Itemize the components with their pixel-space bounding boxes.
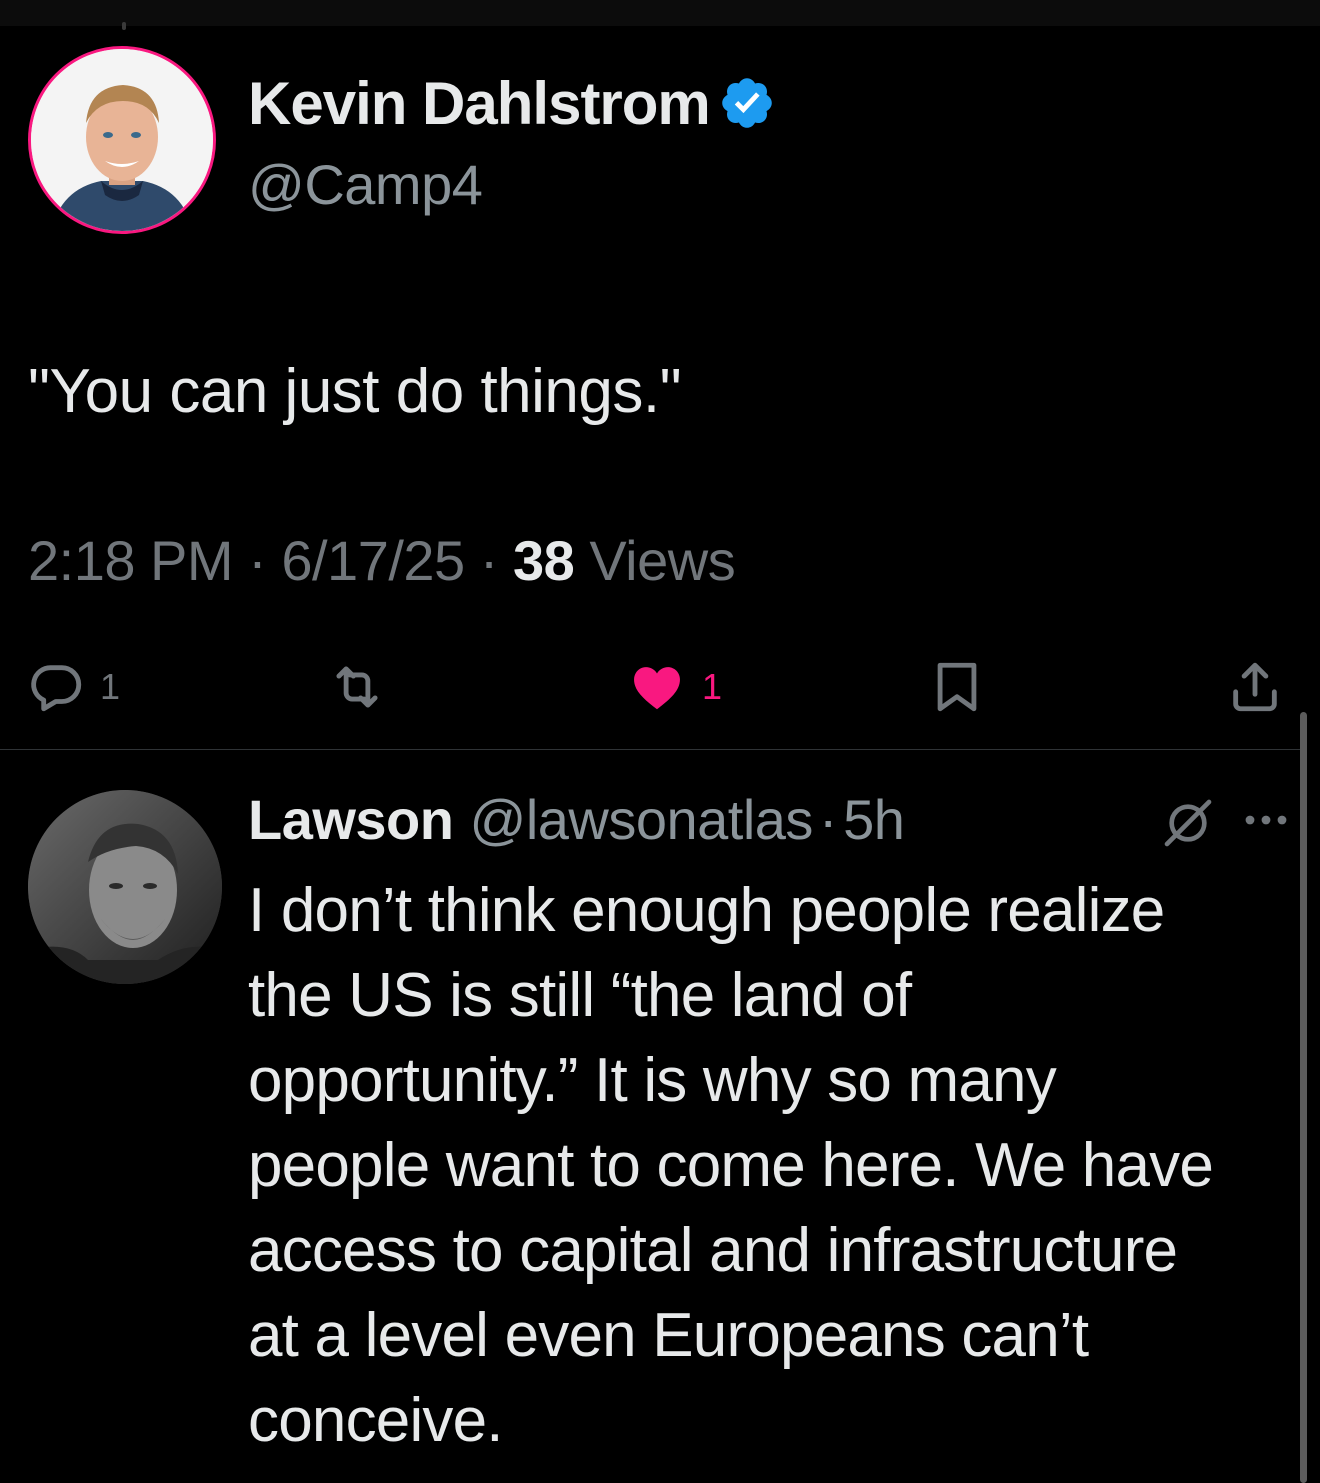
tweet-date[interactable]: 6/17/25	[281, 529, 465, 592]
thread-connector	[122, 22, 126, 30]
grok-icon[interactable]	[1160, 795, 1216, 851]
author-name-row: Kevin Dahlstrom	[248, 69, 776, 138]
bookmark-button[interactable]	[928, 652, 986, 722]
author-avatar[interactable]	[28, 46, 216, 234]
meta-separator: ·	[248, 529, 267, 592]
views-count[interactable]: 38	[513, 529, 575, 592]
author-handle[interactable]: @Camp4	[248, 152, 483, 217]
author-avatar-image	[31, 49, 213, 231]
verified-badge-icon[interactable]	[718, 74, 776, 132]
repost-icon	[336, 666, 378, 708]
bookmark-icon	[937, 662, 977, 712]
reply-avatar-image	[28, 790, 222, 984]
share-button[interactable]	[1226, 652, 1284, 722]
views-label[interactable]: Views	[589, 529, 735, 592]
reply-author-name[interactable]: Lawson	[248, 787, 454, 852]
scrollbar[interactable]	[1300, 712, 1307, 1483]
divider	[0, 749, 1300, 750]
more-icon[interactable]	[1238, 800, 1294, 840]
reply-timestamp[interactable]: 5h	[843, 787, 905, 852]
like-count: 1	[702, 666, 723, 707]
reply-author-handle[interactable]: @lawsonatlas	[469, 787, 813, 852]
reply-header: Lawson @lawsonatlas · 5h	[248, 786, 905, 852]
reply-count: 1	[100, 666, 121, 707]
reply-text: I don’t think enough people realize the …	[248, 876, 1214, 1455]
meta-separator: ·	[479, 529, 499, 592]
tweet-time[interactable]: 2:18 PM	[28, 529, 234, 592]
share-icon	[1233, 662, 1277, 712]
top-strip	[0, 0, 1320, 26]
heart-icon	[634, 667, 680, 710]
author-name[interactable]: Kevin Dahlstrom	[248, 69, 711, 138]
reply-separator: ·	[818, 787, 838, 851]
like-button[interactable]: 1	[626, 652, 722, 722]
tweet-meta: 2:18 PM · 6/17/25 · 38 Views	[28, 528, 736, 593]
reply-button[interactable]: 1	[28, 652, 120, 722]
tweet-text: "You can just do things."	[28, 357, 682, 426]
repost-button[interactable]	[326, 652, 402, 722]
reply-avatar[interactable]	[28, 790, 222, 984]
reply-icon	[31, 665, 82, 712]
